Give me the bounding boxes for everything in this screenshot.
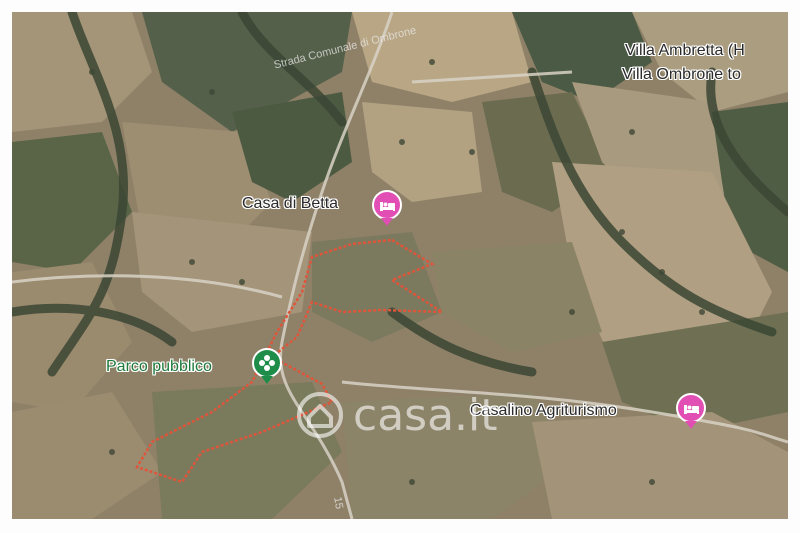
casa-it-watermark: casa.it [297,389,498,441]
flower-icon [259,355,275,371]
satellite-imagery [12,12,788,519]
road-number-label: 15 [331,495,346,511]
place-label-villa-ambretta[interactable]: Villa Ambretta (H [625,42,745,60]
park-pin-tail [261,376,273,384]
park-pin[interactable] [252,348,282,378]
bed-icon [684,405,699,414]
satellite-map[interactable]: Strada Comunale di Ombrone 15 Villa Ambr… [12,12,788,519]
watermark-text: casa.it [353,389,498,441]
house-icon [297,392,343,438]
bed-icon [380,202,395,211]
place-label-casa-di-betta[interactable]: Casa di Betta [242,195,338,213]
hotel-pin-tail [685,421,697,429]
place-label-parco-pubblico[interactable]: Parco pubblico [106,358,212,376]
place-label-villa-ombrone[interactable]: Villa Ombrone to [622,66,741,84]
hotel-pin-tail [381,218,393,226]
hotel-pin-casa-di-betta[interactable] [372,190,402,220]
hotel-pin-casalino[interactable] [676,393,706,423]
map-frame: Strada Comunale di Ombrone 15 Villa Ambr… [0,0,800,533]
